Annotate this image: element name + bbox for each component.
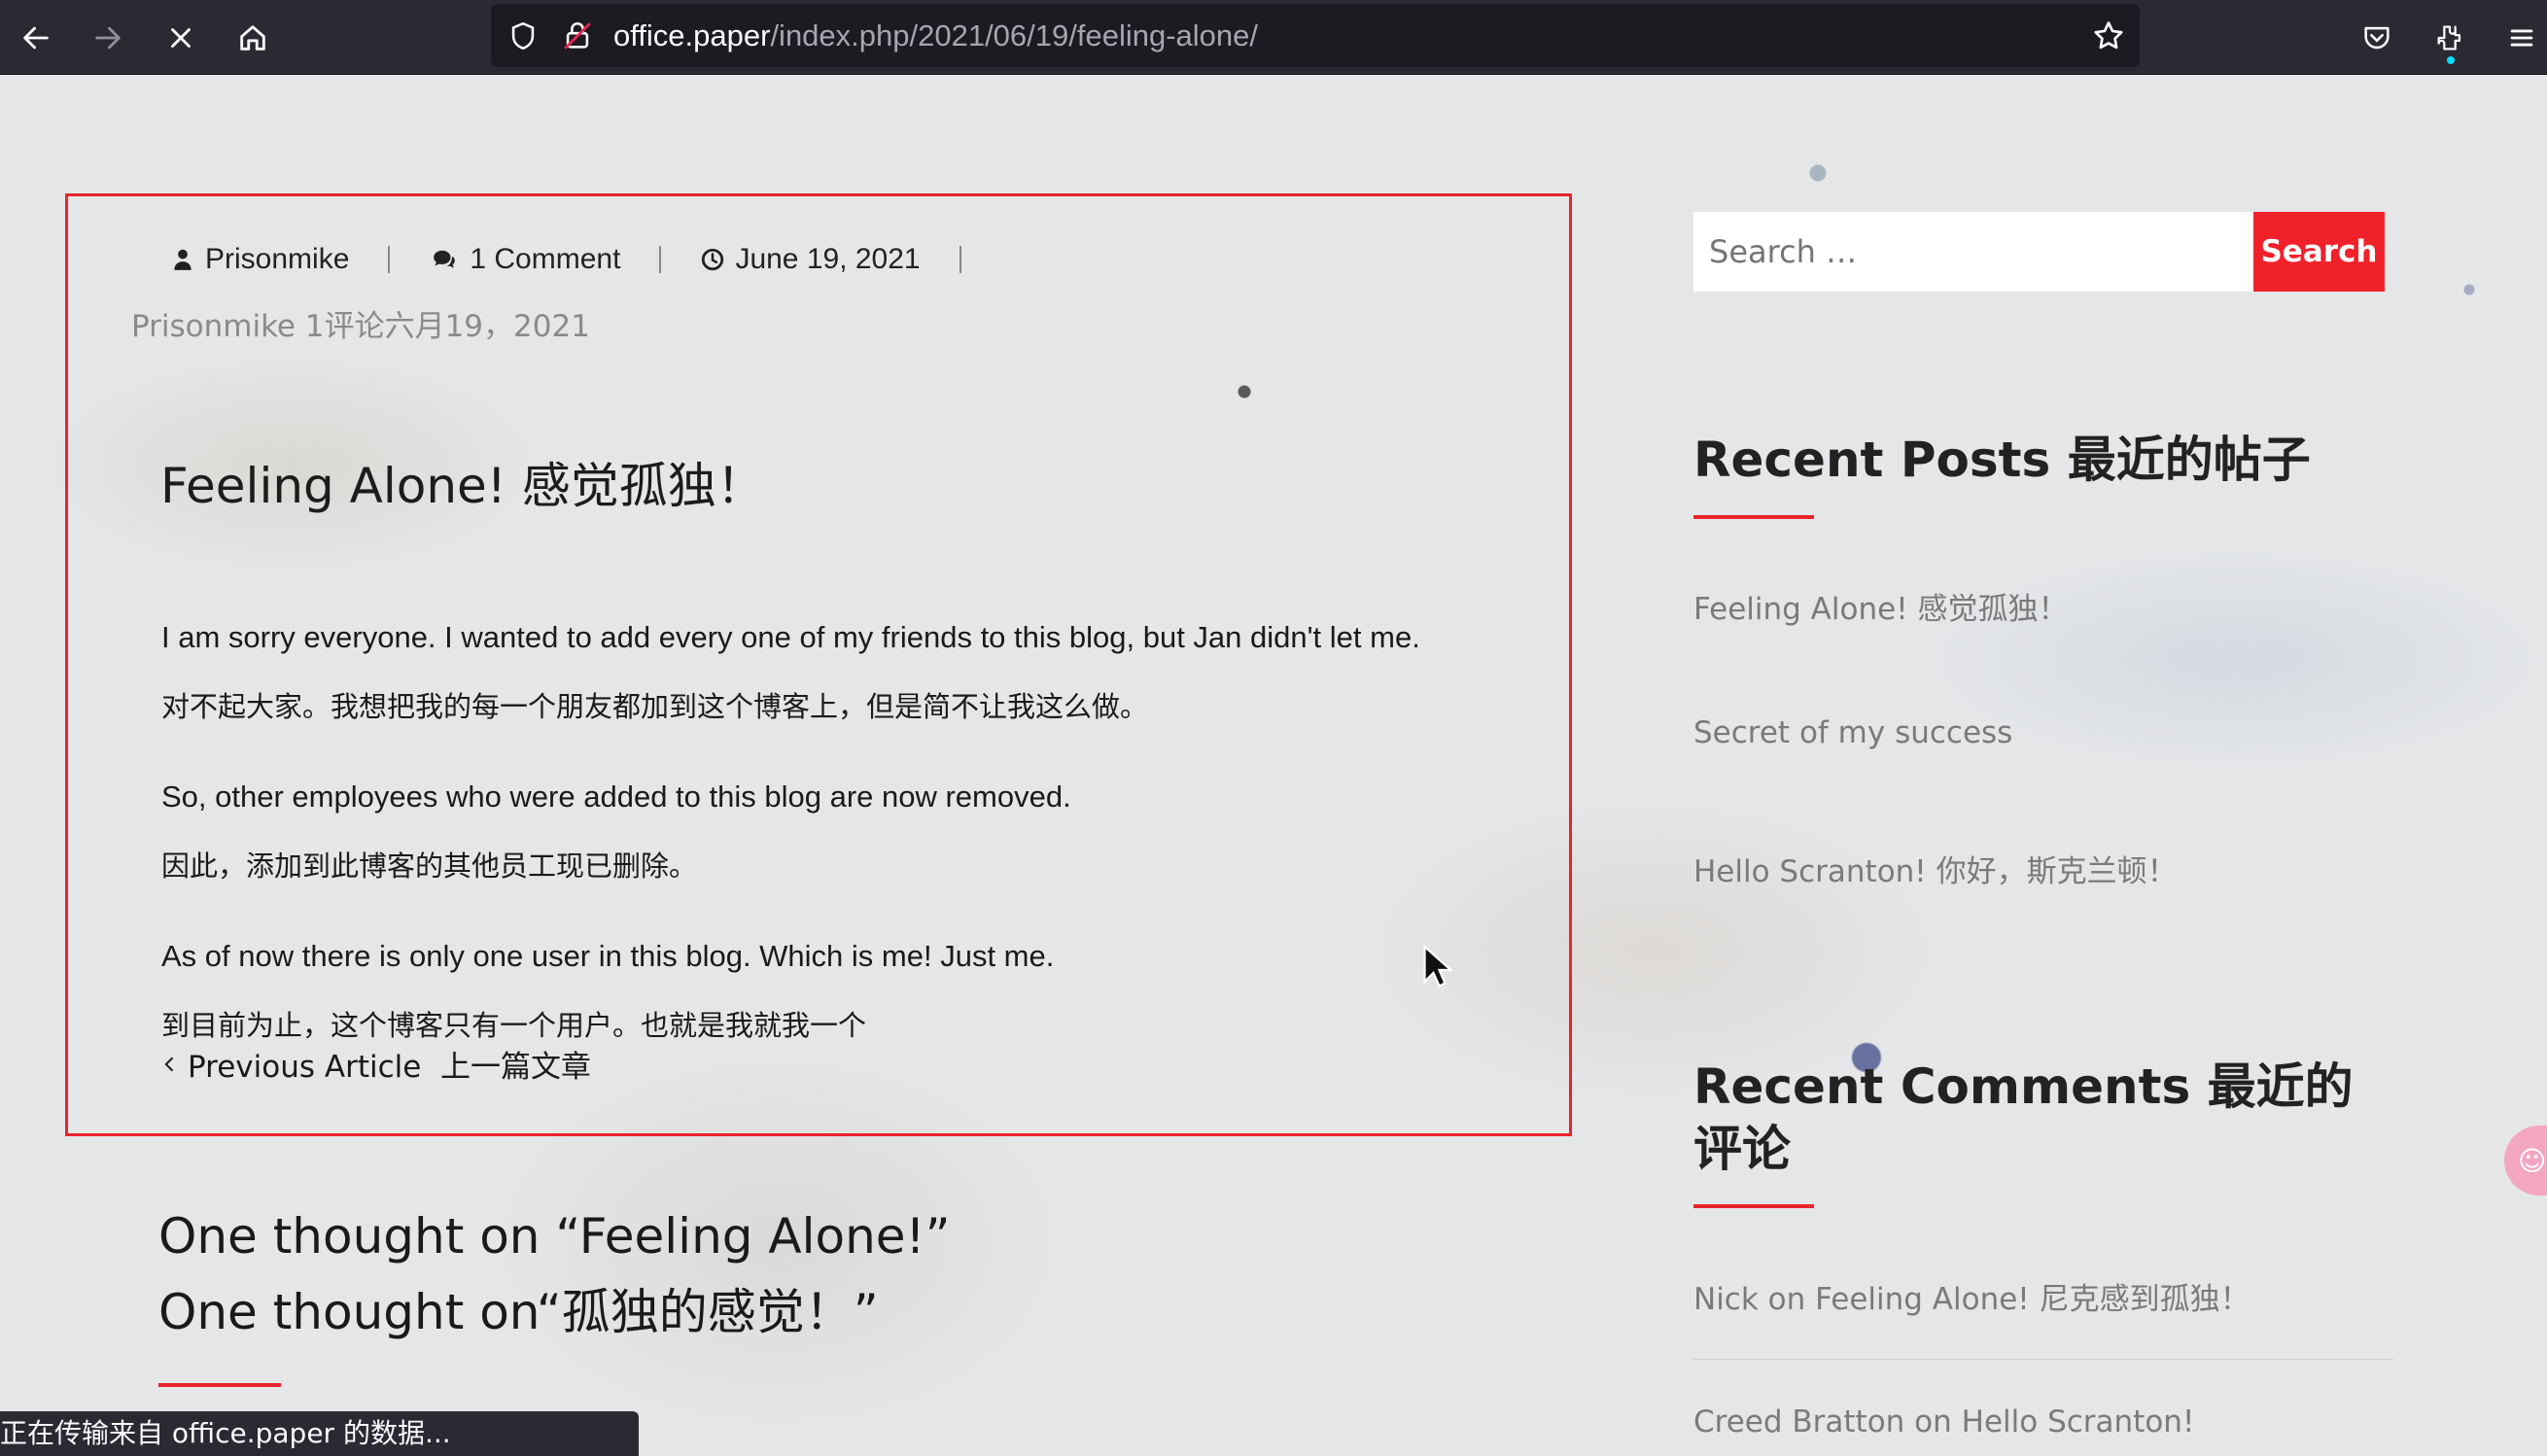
browser-toolbar: office.paper/index.php/2021/06/19/feelin… [0, 0, 2547, 75]
url-text[interactable]: office.paper/index.php/2021/06/19/feelin… [613, 4, 1258, 67]
meta-divider [959, 246, 961, 273]
recent-post-link[interactable]: Hello Scranton! 你好，斯克兰顿！ [1693, 847, 2178, 890]
star-icon[interactable] [2091, 18, 2126, 53]
meta-date[interactable]: June 19, 2021 [700, 243, 921, 276]
post-paragraph: 对不起大家。我想把我的每一个朋友都加到这个博客上，但是简不让我这么做。 [161, 690, 1149, 723]
comment-icon [434, 250, 456, 268]
pocket-icon [2364, 26, 2390, 50]
comments-section-title: One thought on “Feeling Alone!” One thou… [158, 1198, 950, 1350]
forward-arrow-icon [95, 26, 121, 50]
menu-icon [2510, 29, 2533, 47]
recent-comments-title: Recent Comments 最近的评论 [1693, 1058, 2354, 1177]
user-icon [174, 249, 192, 270]
floating-widget-icon[interactable]: ☺ [2504, 1126, 2547, 1196]
back-arrow-icon [23, 26, 49, 50]
meta-divider [659, 246, 662, 273]
recent-comment-link[interactable]: Nick on Feeling Alone! 尼克感到孤独！ [1693, 1274, 2250, 1318]
home-icon [240, 25, 265, 51]
meta-author-label: Prisonmike [205, 243, 350, 275]
post-paragraph: 到目前为止，这个博客只有一个用户。也就是我就我一个 [161, 1009, 867, 1042]
extensions-icon [2437, 25, 2461, 51]
recent-comments-underline [1693, 1204, 1814, 1208]
recent-posts-title: Recent Posts 最近的帖子 [1693, 432, 2311, 488]
meta-comments[interactable]: 1 Comment [429, 243, 620, 276]
meta-date-label: June 19, 2021 [735, 243, 921, 275]
recent-posts-underline [1693, 515, 1814, 519]
recent-comment-link[interactable]: Creed Bratton on Hello Scranton! [1693, 1404, 2194, 1439]
extension-badge-dot [2447, 56, 2455, 64]
comment-divider [1693, 1359, 2393, 1360]
menu-button[interactable] [2497, 14, 2546, 62]
comments-title-underline [158, 1383, 281, 1387]
recent-post-link[interactable]: Feeling Alone! 感觉孤独！ [1693, 584, 2068, 628]
meta-comments-label: 1 Comment [470, 243, 621, 275]
comments-title-line: One thought on “Feeling Alone!” [158, 1208, 951, 1265]
article-card: Prisonmike 1 Comment June 19, 2021 Priso… [65, 193, 1572, 1136]
post-title: Feeling Alone! 感觉孤独！ [160, 458, 765, 514]
meta-translation: Prisonmike 1评论六月19，2021 [131, 309, 590, 344]
pocket-button[interactable] [2353, 14, 2401, 62]
previous-article-label: Previous Article 上一篇文章 [188, 1050, 592, 1085]
forward-button[interactable] [84, 14, 132, 62]
post-paragraph: As of now there is only one user in this… [161, 939, 1055, 973]
url-path: /index.php/2021/06/19/feeling-alone/ [770, 18, 1259, 52]
mouse-cursor-icon [1423, 945, 1452, 988]
comments-title-line: One thought on“孤独的感觉！” [158, 1284, 879, 1340]
page-content: Prisonmike 1 Comment June 19, 2021 Priso… [0, 76, 2547, 1456]
url-bar[interactable]: office.paper/index.php/2021/06/19/feelin… [491, 4, 2140, 67]
home-button[interactable] [228, 14, 277, 62]
lock-icon [564, 22, 591, 50]
stop-button[interactable] [157, 14, 205, 62]
search-button[interactable]: Search [2253, 212, 2385, 292]
post-paragraph: So, other employees who were added to th… [161, 780, 1071, 814]
back-button[interactable] [12, 14, 60, 62]
status-bar: 正在传输来自 office.paper 的数据... [0, 1411, 639, 1456]
meta-author[interactable]: Prisonmike [170, 243, 349, 276]
search-input[interactable] [1693, 212, 2253, 292]
post-paragraph: I am sorry everyone. I wanted to add eve… [161, 620, 1420, 654]
previous-article-link[interactable]: Previous Article 上一篇文章 [160, 1042, 591, 1086]
chevron-left-icon [164, 1057, 174, 1071]
shield-icon [511, 21, 535, 51]
clock-icon [702, 248, 724, 271]
url-host: office.paper [613, 18, 771, 52]
recent-post-link[interactable]: Secret of my success [1693, 715, 2012, 750]
extensions-button[interactable] [2425, 14, 2474, 64]
post-paragraph: 因此，添加到此博客的其他员工现已删除。 [161, 849, 698, 883]
stop-icon [171, 28, 191, 48]
meta-divider [388, 246, 391, 273]
post-meta: Prisonmike 1 Comment June 19, 2021 [170, 240, 1000, 279]
